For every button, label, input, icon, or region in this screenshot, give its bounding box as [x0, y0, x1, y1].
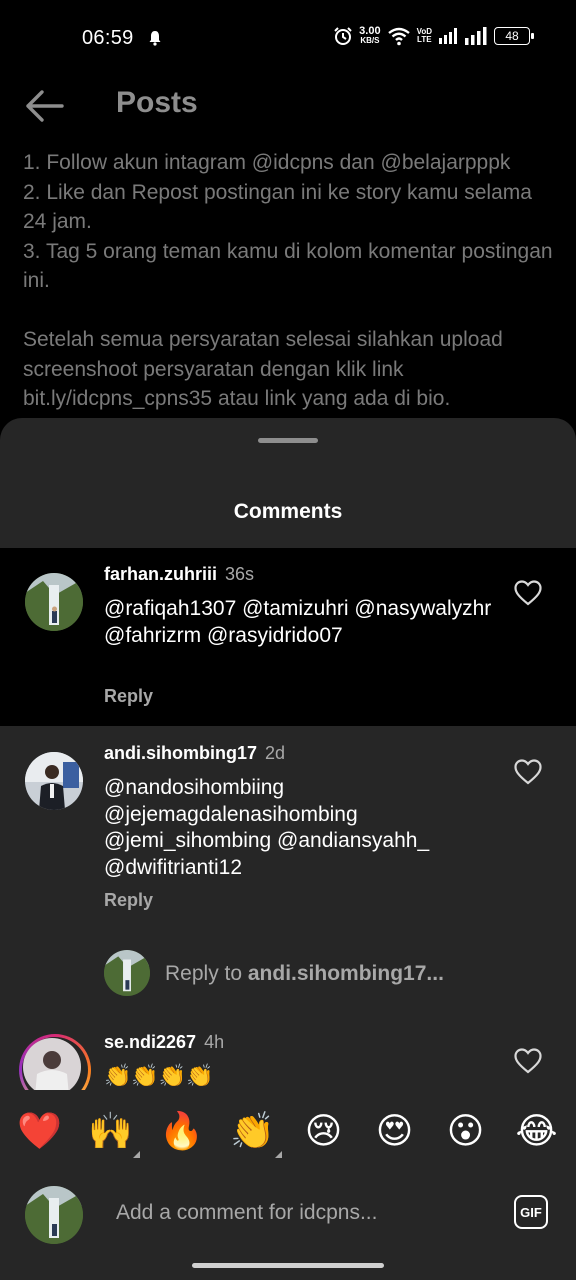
emoji-heart-button[interactable]: ❤️ [15, 1112, 65, 1152]
comment-input[interactable]: Add a comment for idcpns... [116, 1201, 377, 1225]
avatar [25, 1186, 83, 1244]
page-title: Posts [116, 86, 198, 119]
emoji-surprised-button[interactable]: 😮 [441, 1112, 491, 1152]
avatar-waterfall-image [25, 573, 83, 631]
avatar[interactable] [25, 573, 83, 631]
avatar[interactable] [25, 752, 83, 810]
avatar-person-image [23, 1038, 81, 1096]
emoji-fire-button[interactable]: 🔥 [157, 1112, 207, 1152]
emoji-clap-button[interactable]: 👏 [228, 1112, 278, 1152]
comment-composer: Add a comment for idcpns... GIF [0, 1174, 576, 1254]
avatar [104, 950, 150, 996]
post-caption: 1. Follow akun intagram @idcpns dan @bel… [23, 151, 553, 410]
reply-to-field[interactable]: Reply to andi.sihombing17... [104, 950, 544, 996]
avatar-waterfall-image [25, 1186, 83, 1244]
comment-text: 👏👏👏👏 [104, 1064, 214, 1089]
avatar-person-image [25, 752, 83, 810]
comment-username[interactable]: se.ndi2267 [104, 1032, 196, 1052]
emoji-quick-bar: ❤️ 🙌 🔥 👏 😢 😍 😮 😂 [0, 1090, 576, 1174]
comment-time: 2d [265, 743, 286, 763]
avatar-waterfall-image [104, 950, 150, 996]
gif-button[interactable]: GIF [514, 1195, 548, 1229]
battery-indicator: 48 [494, 27, 534, 45]
comment-text: @rafiqah1307 @tamizuhri @nasywalyzhr @fa… [104, 597, 492, 647]
comment-item: andi.sihombing17 2d @nandosihombiing @jej… [0, 726, 576, 926]
like-heart-icon[interactable] [514, 1048, 542, 1074]
comment-time: 4h [204, 1032, 225, 1052]
emoji-heart-eyes-button[interactable]: 😍 [370, 1112, 420, 1152]
reply-button[interactable]: Reply [104, 890, 153, 911]
home-gesture-pill[interactable] [192, 1263, 384, 1268]
emoji-raised-hands-button[interactable]: 🙌 [86, 1112, 136, 1152]
back-arrow-icon[interactable] [24, 88, 66, 124]
reply-prompt-text: Reply to andi.sihombing17... [165, 962, 444, 985]
sheet-title: Comments [233, 500, 343, 523]
comment-text: @nandosihombiing @jejemagdalenasihombing… [104, 776, 430, 879]
network-speed: 3.00 KB/S [359, 25, 381, 46]
emoji-crying-button[interactable]: 😢 [299, 1112, 349, 1152]
comment-username[interactable]: andi.sihombing17 [104, 743, 257, 763]
status-bar: 06:59 3.00 KB/S VoD LTE 48 [0, 0, 576, 78]
comment-time: 36s [225, 564, 255, 584]
volte-indicator: VoD LTE [416, 27, 432, 44]
alarm-icon [334, 27, 352, 45]
comment-item: farhan.zuhriii 36s @rafiqah1307 @tamizuhr… [0, 548, 576, 726]
emoji-laughing-button[interactable]: 😂 [512, 1112, 562, 1152]
notification-bell-icon [149, 31, 161, 46]
like-heart-icon[interactable] [514, 759, 542, 785]
signal-icon-sim1 [439, 28, 457, 44]
signal-icon-sim2 [465, 27, 487, 45]
comment-username[interactable]: farhan.zuhriii [104, 564, 217, 584]
like-heart-icon[interactable] [514, 580, 542, 606]
comment-meta: farhan.zuhriii 36s [104, 564, 254, 585]
status-icons: 3.00 KB/S VoD LTE 48 [333, 25, 534, 46]
comment-meta: andi.sihombing17 2d [104, 743, 285, 764]
avatar [23, 1038, 81, 1096]
post-header: Posts [0, 78, 576, 138]
comment-meta: se.ndi2267 4h [104, 1032, 224, 1053]
system-nav-bar [0, 1254, 576, 1280]
reply-button[interactable]: Reply [104, 686, 153, 707]
status-time: 06:59 [82, 27, 134, 49]
sheet-drag-handle[interactable] [258, 438, 318, 443]
wifi-icon [387, 27, 410, 46]
